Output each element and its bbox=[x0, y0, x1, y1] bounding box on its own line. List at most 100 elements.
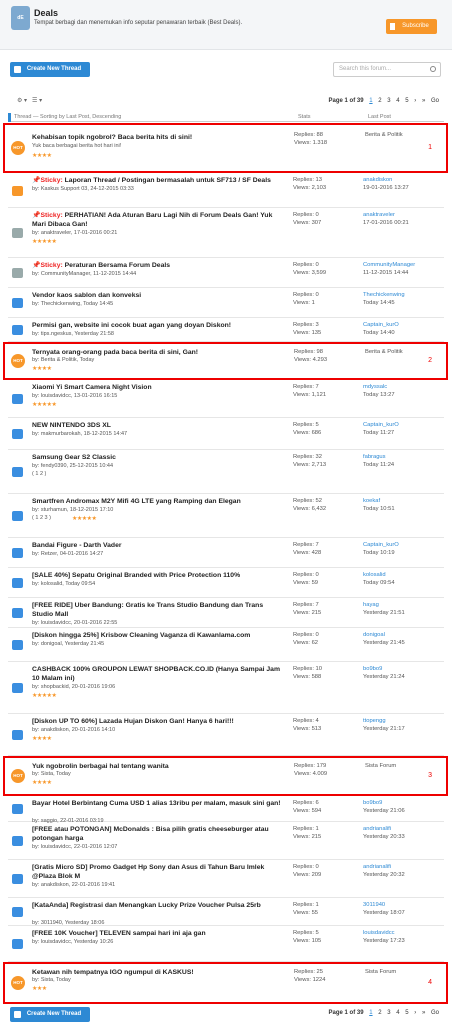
thread-author: by: kolosalid, Today 09:54 bbox=[32, 581, 96, 587]
thread-title[interactable]: Permisi gan, website ini cocok buat agan… bbox=[32, 321, 282, 330]
table-row[interactable]: [Diskon UP TO 60%] Lazada Hujan Diskon G… bbox=[8, 714, 444, 756]
thread-title[interactable]: 📌Sticky: PERHATIAN! Ada Aturan Baru Lagi… bbox=[32, 211, 282, 229]
table-row[interactable]: Vendor kaos sablon dan konveksi by: Thec… bbox=[8, 288, 444, 318]
lastpost-user[interactable]: 3011940 bbox=[363, 901, 405, 909]
subscribe-button[interactable]: Subscribe bbox=[386, 19, 437, 34]
table-row[interactable]: Permisi gan, website ini cocok buat agan… bbox=[8, 318, 444, 342]
thread-title[interactable]: [FREE RIDE] Uber Bandung: Gratis ke Tran… bbox=[32, 601, 282, 619]
table-row[interactable]: Samsung Gear S2 Classic by: fendy0390, 2… bbox=[8, 450, 444, 494]
lastpost-forum[interactable]: Sista Forum bbox=[365, 762, 396, 770]
page-link[interactable]: 2 bbox=[378, 1010, 381, 1016]
thread-pages[interactable]: ( 1 2 ) bbox=[32, 471, 46, 478]
page-link[interactable]: 3 bbox=[387, 1010, 390, 1016]
lastpost-user[interactable]: andrianalifi bbox=[363, 863, 405, 871]
lastpost-user[interactable]: louisdavidcc bbox=[363, 929, 405, 937]
highlighted-thread[interactable]: HOT Ketawan nih tempatnya IGO ngumpul di… bbox=[3, 962, 448, 1004]
create-thread-button-bottom[interactable]: Create New Thread bbox=[10, 1007, 90, 1022]
thread-title[interactable]: 📌Sticky: Peraturan Bersama Forum Deals bbox=[32, 261, 282, 270]
page-link[interactable]: 1 bbox=[369, 1010, 372, 1016]
table-row[interactable]: Smartfren Andromax M2Y Mifi 4G LTE yang … bbox=[8, 494, 444, 538]
lastpost-user[interactable]: ttopengg bbox=[363, 717, 405, 725]
lastpost-user[interactable]: Captain_kurO bbox=[363, 321, 399, 329]
lastpost-user[interactable]: anaktraveler bbox=[363, 211, 409, 219]
thread-title[interactable]: [KataAnda] Registrasi dan Menangkan Luck… bbox=[32, 901, 282, 910]
forum-title: Deals bbox=[34, 8, 59, 18]
table-row[interactable]: [FREE RIDE] Uber Bandung: Gratis ke Tran… bbox=[8, 598, 444, 628]
thread-title[interactable]: Ternyata orang-orang pada baca berita di… bbox=[32, 348, 282, 357]
lastpost-forum[interactable]: Berita & Politik bbox=[365, 131, 403, 139]
page-link[interactable]: 4 bbox=[396, 98, 399, 104]
highlighted-thread[interactable]: HOT Kehabisan topik ngobrol? Baca berita… bbox=[3, 123, 448, 173]
table-row[interactable]: 📌Sticky: Laporan Thread / Postingan berm… bbox=[8, 173, 444, 208]
table-row[interactable]: Bayar Hotel Berbintang Cuma USD 1 alias … bbox=[8, 796, 444, 824]
lastpost-user[interactable]: kolosalid bbox=[363, 571, 395, 579]
last-page-icon[interactable]: » bbox=[422, 1010, 425, 1016]
thread-title[interactable]: [Diskon UP TO 60%] Lazada Hujan Diskon G… bbox=[32, 717, 282, 726]
thread-title[interactable]: Yuk ngobrolin berbagai hal tentang wanit… bbox=[32, 762, 282, 771]
go-button[interactable]: Go bbox=[431, 98, 439, 104]
thread-title[interactable]: Bandai Figure - Darth Vader bbox=[32, 541, 282, 550]
table-row[interactable]: [Gratis Micro SD] Promo Gadget Hp Sony d… bbox=[8, 860, 444, 898]
lastpost-user[interactable]: andrianalifi bbox=[363, 825, 405, 833]
go-button[interactable]: Go bbox=[431, 1010, 439, 1016]
last-page-icon[interactable]: » bbox=[422, 98, 425, 104]
thread-title[interactable]: [FREE atau POTONGAN] McDonalds : Bisa pi… bbox=[32, 825, 282, 843]
thread-title[interactable]: Bayar Hotel Berbintang Cuma USD 1 alias … bbox=[32, 799, 282, 808]
table-row[interactable]: [FREE atau POTONGAN] McDonalds : Bisa pi… bbox=[8, 822, 444, 860]
highlighted-thread[interactable]: HOT Ternyata orang-orang pada baca berit… bbox=[3, 342, 448, 380]
thread-title[interactable]: Smartfren Andromax M2Y Mifi 4G LTE yang … bbox=[32, 497, 282, 506]
table-row[interactable]: Bandai Figure - Darth Vader by: Retzer, … bbox=[8, 538, 444, 568]
thread-author: by: makmurbarokah, 18-12-2015 14:47 bbox=[32, 431, 128, 437]
thread-title[interactable]: NEW NINTENDO 3DS XL bbox=[32, 421, 282, 430]
thread-title[interactable]: Ketawan nih tempatnya IGO ngumpul di KAS… bbox=[32, 968, 282, 977]
page-link[interactable]: 1 bbox=[369, 98, 372, 104]
lastpost-user[interactable]: Captain_kurO bbox=[363, 421, 399, 429]
thread-title[interactable]: [SALE 40%] Sepatu Original Branded with … bbox=[32, 571, 282, 580]
lastpost-user[interactable]: Captain_kurO bbox=[363, 541, 399, 549]
lastpost-user[interactable]: anakdiskon bbox=[363, 176, 409, 184]
table-row[interactable]: Xiaomi Yi Smart Camera Night Vision by: … bbox=[8, 380, 444, 418]
next-page-icon[interactable]: › bbox=[414, 1010, 416, 1016]
lastpost-user[interactable]: fabragus bbox=[363, 453, 394, 461]
page-link[interactable]: 5 bbox=[405, 1010, 408, 1016]
thread-title[interactable]: [FREE 10K Voucher] TELEVEN sampai hari i… bbox=[32, 929, 282, 938]
lastpost-user[interactable]: hayag bbox=[363, 601, 405, 609]
thread-title[interactable]: [Diskon hingga 25%] Krisbow Cleaning Vag… bbox=[32, 631, 282, 640]
lastpost-user[interactable]: bo9bo9 bbox=[363, 799, 405, 807]
search-input[interactable]: Search this forum... bbox=[333, 62, 441, 77]
thread-title[interactable]: [Gratis Micro SD] Promo Gadget Hp Sony d… bbox=[32, 863, 282, 881]
next-page-icon[interactable]: › bbox=[414, 98, 416, 104]
table-row[interactable]: [KataAnda] Registrasi dan Menangkan Luck… bbox=[8, 898, 444, 926]
page-link[interactable]: 3 bbox=[387, 98, 390, 104]
thread-title[interactable]: Xiaomi Yi Smart Camera Night Vision bbox=[32, 383, 282, 392]
table-row[interactable]: [FREE 10K Voucher] TELEVEN sampai hari i… bbox=[8, 926, 444, 962]
lastpost-user[interactable]: koekaf bbox=[363, 497, 395, 505]
thread-stats: Replies: 0 Views: 62 bbox=[293, 632, 319, 646]
thread-title[interactable]: Vendor kaos sablon dan konveksi bbox=[32, 291, 282, 300]
table-row[interactable]: NEW NINTENDO 3DS XL by: makmurbarokah, 1… bbox=[8, 418, 444, 450]
table-row[interactable]: CASHBACK 100% GROUPON LEWAT SHOPBACK.CO.… bbox=[8, 662, 444, 714]
thread-tools[interactable]: ⚙ ▾ ☰ ▾ bbox=[17, 97, 42, 104]
create-thread-button[interactable]: Create New Thread bbox=[10, 62, 90, 77]
page-link[interactable]: 4 bbox=[396, 1010, 399, 1016]
thread-title[interactable]: 📌Sticky: Laporan Thread / Postingan berm… bbox=[32, 176, 282, 185]
page-link[interactable]: 5 bbox=[405, 98, 408, 104]
thread-title[interactable]: Samsung Gear S2 Classic bbox=[32, 453, 282, 462]
table-row[interactable]: 📌Sticky: PERHATIAN! Ada Aturan Baru Lagi… bbox=[8, 208, 444, 258]
page-link[interactable]: 2 bbox=[378, 98, 381, 104]
lastpost-user[interactable]: donigoal bbox=[363, 631, 405, 639]
lastpost-forum[interactable]: Sista Forum bbox=[365, 968, 396, 976]
thread-title[interactable]: Kehabisan topik ngobrol? Baca berita hit… bbox=[32, 133, 282, 142]
table-row[interactable]: 📌Sticky: Peraturan Bersama Forum Deals b… bbox=[8, 258, 444, 288]
lastpost-user[interactable]: CommunityManager bbox=[363, 261, 415, 269]
lastpost-forum[interactable]: Berita & Politik bbox=[365, 348, 403, 356]
table-row[interactable]: [Diskon hingga 25%] Krisbow Cleaning Vag… bbox=[8, 628, 444, 662]
lastpost-user[interactable]: bo9bo9 bbox=[363, 665, 405, 673]
highlighted-thread[interactable]: HOT Yuk ngobrolin berbagai hal tentang w… bbox=[3, 756, 448, 796]
sort-label[interactable]: Thread — Sorting by Last Post, Descendin… bbox=[14, 114, 121, 120]
thread-title[interactable]: CASHBACK 100% GROUPON LEWAT SHOPBACK.CO.… bbox=[32, 665, 282, 683]
thread-pages[interactable]: ( 1 2 3 ) bbox=[32, 515, 51, 522]
table-row[interactable]: [SALE 40%] Sepatu Original Branded with … bbox=[8, 568, 444, 598]
lastpost-user[interactable]: mdyssalc bbox=[363, 383, 395, 391]
lastpost-user[interactable]: Thechickenwing bbox=[363, 291, 405, 299]
